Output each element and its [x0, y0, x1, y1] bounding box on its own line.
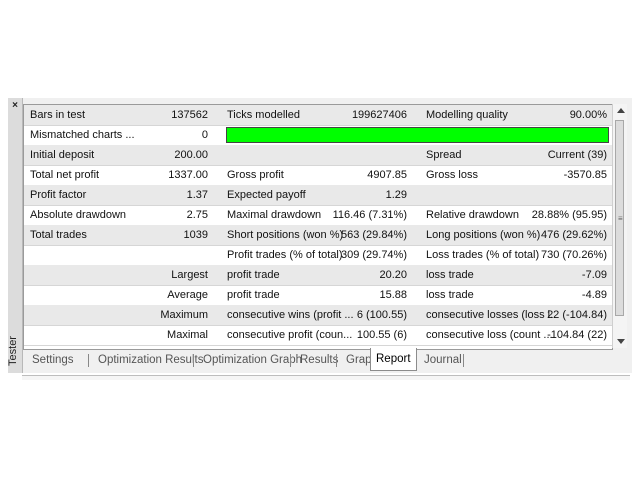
table-row: Total trades 1039 Short positions (won %…	[24, 225, 612, 246]
value-cell: 200.00	[174, 149, 208, 161]
value-cell: 90.00%	[569, 109, 607, 121]
value-cell: 22 (-104.84)	[547, 309, 607, 321]
scroll-thumb[interactable]: ≡	[615, 120, 624, 316]
close-icon[interactable]: ×	[10, 101, 20, 111]
panel-title: Tester	[7, 336, 19, 366]
value-cell: 0	[201, 129, 208, 141]
table-row: Profit trades (% of total) 309 (29.74%) …	[24, 245, 612, 266]
tester-panel: × Tester Bars in test 137562 Ticks model…	[7, 98, 632, 373]
value-cell: 563 (29.84%)	[340, 229, 407, 241]
table-row: Mismatched charts ... 0	[24, 125, 612, 146]
value-cell: 476 (29.62%)	[540, 229, 607, 241]
value-cell: -3570.85	[563, 169, 607, 181]
table-row: Profit factor 1.37 Expected payoff 1.29	[24, 185, 612, 206]
value-cell: 730 (70.26%)	[540, 249, 607, 261]
tester-tabs: Settings Optimization Results Optimizati…	[23, 348, 623, 372]
tab-separator	[88, 354, 89, 367]
value-cell: 6 (100.55)	[356, 309, 407, 321]
value-cell: 28.88% (95.95)	[531, 209, 607, 221]
vertical-scrollbar[interactable]: ≡	[612, 104, 627, 348]
table-row: Initial deposit 200.00 Spread Current (3…	[24, 145, 612, 166]
value-cell: -4.89	[581, 289, 607, 301]
modelling-quality-bar	[226, 127, 609, 143]
tab-report[interactable]: Report	[370, 348, 417, 371]
table-row: Largest profit trade 20.20 loss trade -7…	[24, 265, 612, 286]
table-row: Maximal consecutive profit (coun... 100.…	[24, 325, 612, 346]
value-cell: 20.20	[379, 269, 407, 281]
tab-separator	[290, 354, 291, 367]
value-cell: 137562	[171, 109, 208, 121]
report-table: Bars in test 137562 Ticks modelled 19962…	[23, 104, 613, 350]
table-row: Total net profit 1337.00 Gross profit 49…	[24, 165, 612, 186]
value-cell: 2.75	[186, 209, 208, 221]
label-cell: Largest	[171, 269, 208, 281]
panel-side-strip: × Tester	[7, 98, 23, 373]
tab-journal[interactable]: Journal	[419, 350, 467, 370]
table-row: Bars in test 137562 Ticks modelled 19962…	[24, 105, 612, 126]
value-cell: Current (39)	[547, 149, 607, 161]
grip-icon: ≡	[618, 214, 623, 223]
table-row: Average profit trade 15.88 loss trade -4…	[24, 285, 612, 306]
status-strip	[22, 375, 630, 380]
value-cell: -104.84 (22)	[547, 329, 607, 341]
value-cell: 116.46 (7.31%)	[332, 209, 407, 221]
value-cell: 199627406	[351, 109, 407, 121]
value-cell: 15.88	[379, 289, 407, 301]
value-cell: 100.55 (6)	[356, 329, 407, 341]
tab-optimization-results[interactable]: Optimization Results	[93, 350, 208, 370]
scroll-down-icon[interactable]	[617, 339, 625, 344]
value-cell: 1.29	[385, 189, 407, 201]
value-cell: 309 (29.74%)	[340, 249, 407, 261]
tab-separator	[193, 354, 194, 367]
value-cell: 4907.85	[367, 169, 407, 181]
table-row: Absolute drawdown 2.75 Maximal drawdown …	[24, 205, 612, 226]
tab-settings[interactable]: Settings	[27, 350, 79, 370]
scroll-up-icon[interactable]	[617, 108, 625, 113]
tab-separator	[463, 354, 464, 367]
label-cell: Average	[167, 289, 208, 301]
value-cell: 1039	[183, 229, 208, 241]
value-cell: -7.09	[581, 269, 607, 281]
label-cell: Maximal	[167, 329, 208, 341]
label-cell: Maximum	[160, 309, 208, 321]
value-cell: 1.37	[186, 189, 208, 201]
table-row: Maximum consecutive wins (profit ... 6 (…	[24, 305, 612, 326]
tab-separator	[336, 354, 337, 367]
value-cell: 1337.00	[168, 169, 208, 181]
